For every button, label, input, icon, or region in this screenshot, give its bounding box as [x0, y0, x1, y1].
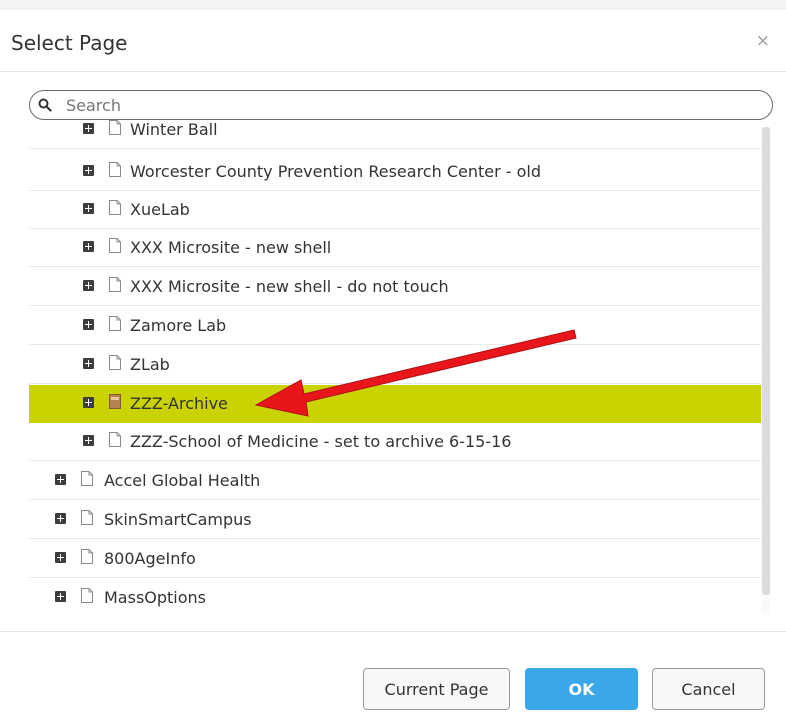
current-page-button[interactable]: Current Page	[363, 668, 510, 710]
tree-item-zlab[interactable]: ZLab	[29, 346, 761, 384]
select-page-dialog: Select Page × Winter Ball Worcester Coun…	[0, 0, 786, 726]
tree-item-label: MassOptions	[104, 588, 207, 607]
tree-item-label: SkinSmartCampus	[104, 510, 252, 529]
background-strip	[0, 0, 786, 10]
search-icon	[38, 98, 52, 112]
ok-button[interactable]: OK	[525, 668, 638, 710]
page-icon	[81, 510, 93, 525]
expand-icon[interactable]	[83, 435, 94, 446]
page-icon	[81, 471, 93, 486]
close-icon[interactable]: ×	[756, 33, 770, 50]
page-icon	[109, 200, 121, 215]
search-box[interactable]	[29, 90, 773, 120]
archive-page-icon	[109, 394, 121, 409]
expand-icon[interactable]	[83, 165, 94, 176]
tree-item-label: 800AgeInfo	[104, 549, 196, 568]
tree-item-xxx-microsite[interactable]: XXX Microsite - new shell	[29, 229, 761, 267]
expand-icon[interactable]	[83, 203, 94, 214]
expand-icon[interactable]	[83, 397, 94, 408]
expand-icon[interactable]	[83, 241, 94, 252]
expand-icon[interactable]	[83, 358, 94, 369]
tree-scrollbar[interactable]	[761, 127, 771, 615]
tree-item-label: Worcester County Prevention Research Cen…	[130, 162, 542, 181]
page-icon	[109, 120, 121, 135]
page-icon	[109, 316, 121, 331]
tree-item-label: XXX Microsite - new shell	[130, 238, 332, 257]
footer-divider	[0, 631, 786, 632]
expand-icon[interactable]	[55, 474, 66, 485]
page-icon	[109, 355, 121, 370]
expand-icon[interactable]	[55, 513, 66, 524]
expand-icon[interactable]	[55, 591, 66, 602]
tree-item-xxx-microsite-do-not-touch[interactable]: XXX Microsite - new shell - do not touch	[29, 268, 761, 306]
page-icon	[81, 549, 93, 564]
tree-item-label: ZLab	[130, 355, 170, 374]
tree-item-zamore-lab[interactable]: Zamore Lab	[29, 307, 761, 345]
tree-item-zzz-school-of-medicine[interactable]: ZZZ-School of Medicine - set to archive …	[29, 423, 761, 461]
tree-item-skinsmartcampus[interactable]: SkinSmartCampus	[29, 501, 761, 539]
tree-item-winter-ball[interactable]: Winter Ball	[29, 117, 761, 149]
tree-item-massoptions[interactable]: MassOptions	[29, 579, 761, 613]
page-icon	[109, 238, 121, 253]
expand-icon[interactable]	[83, 123, 94, 134]
expand-icon[interactable]	[83, 319, 94, 330]
search-input[interactable]	[66, 96, 746, 115]
cancel-button[interactable]: Cancel	[652, 668, 765, 710]
dialog-title: Select Page	[11, 31, 128, 55]
tree-item-800ageinfo[interactable]: 800AgeInfo	[29, 540, 761, 578]
expand-icon[interactable]	[83, 280, 94, 291]
tree-item-label: Accel Global Health	[104, 471, 261, 490]
tree-item-label: Winter Ball	[130, 120, 218, 139]
tree-item-label: ZZZ-School of Medicine - set to archive …	[130, 432, 512, 451]
tree-item-label: XueLab	[130, 200, 190, 219]
page-icon	[109, 277, 121, 292]
dialog-header: Select Page ×	[0, 10, 786, 72]
tree-item-xuelab[interactable]: XueLab	[29, 191, 761, 229]
page-tree: Winter Ball Worcester County Prevention …	[29, 117, 761, 613]
page-icon	[81, 588, 93, 603]
tree-item-label: XXX Microsite - new shell - do not touch	[130, 277, 449, 296]
tree-item-accel-global-health[interactable]: Accel Global Health	[29, 462, 761, 500]
tree-item-worcester[interactable]: Worcester County Prevention Research Cen…	[29, 153, 761, 191]
expand-icon[interactable]	[55, 552, 66, 563]
tree-item-label: ZZZ-Archive	[130, 394, 228, 413]
tree-item-zzz-archive[interactable]: ZZZ-Archive	[29, 385, 761, 423]
tree-item-label: Zamore Lab	[130, 316, 227, 335]
scrollbar-thumb[interactable]	[762, 127, 770, 595]
page-icon	[109, 432, 121, 447]
page-icon	[109, 162, 121, 177]
